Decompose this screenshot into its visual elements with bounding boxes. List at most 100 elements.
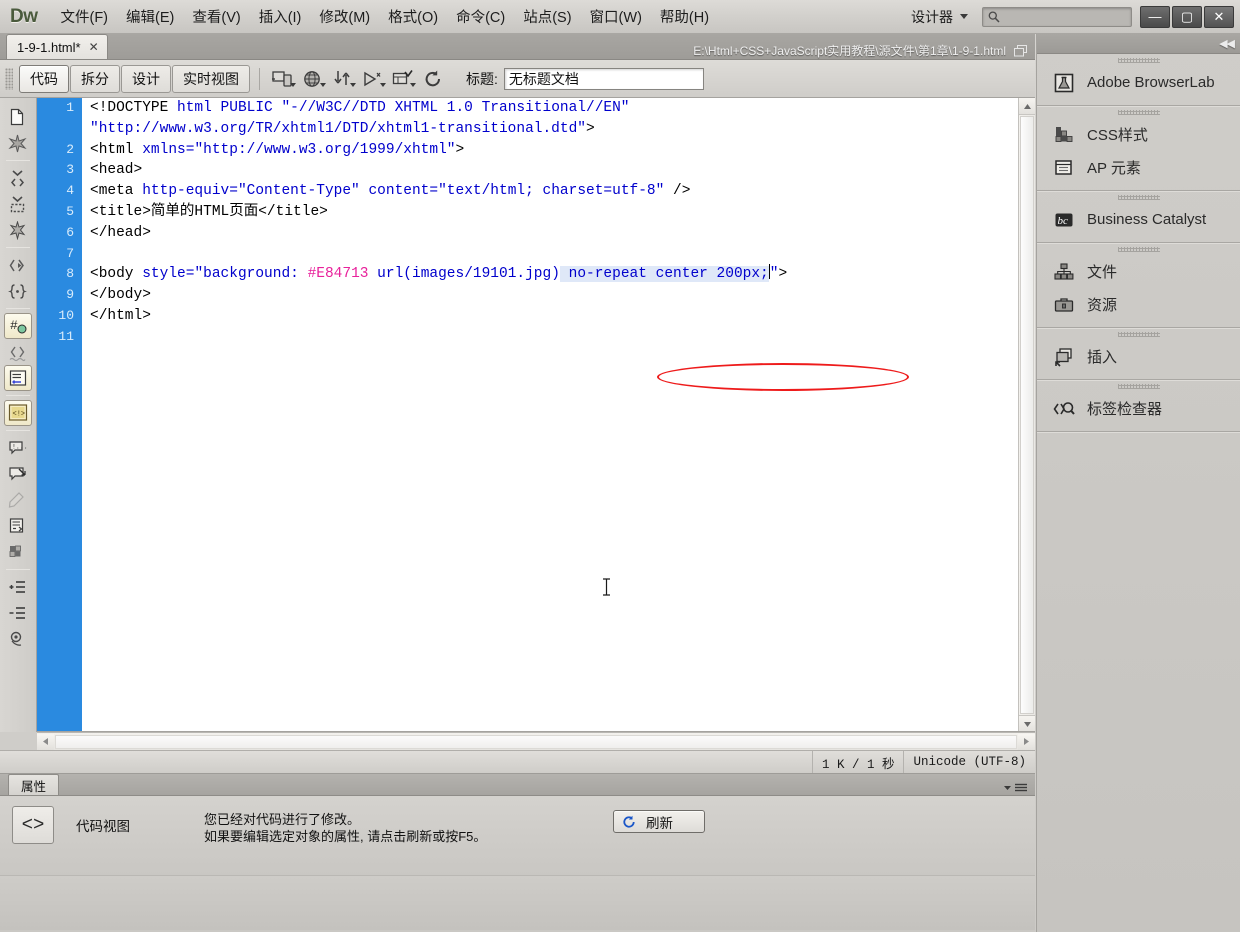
live-code-options-icon[interactable] — [0, 626, 35, 652]
menu-view[interactable]: 查看(V) — [183, 2, 249, 31]
document-tab-label: 1-9-1.html* — [17, 39, 81, 55]
view-code[interactable]: 代码 — [19, 64, 69, 93]
multiscreen-preview-button[interactable] — [268, 66, 298, 92]
chevron-down-icon — [290, 82, 296, 87]
scroll-left-button[interactable] — [37, 733, 54, 750]
restore-window-icon[interactable] — [1014, 44, 1027, 57]
tab-properties[interactable]: 属性 — [8, 774, 60, 795]
outdent-code-icon[interactable] — [0, 600, 35, 626]
expand-all-icon[interactable] — [0, 217, 35, 243]
menu-site[interactable]: 站点(S) — [514, 2, 580, 31]
dock-group-grip[interactable] — [1037, 106, 1240, 118]
panel-options-menu-icon[interactable] — [1003, 783, 1027, 792]
line-numbers-icon[interactable]: # — [4, 313, 32, 339]
scroll-right-button[interactable] — [1018, 733, 1035, 750]
indent-code-icon[interactable] — [0, 574, 35, 600]
search-input[interactable] — [982, 6, 1132, 27]
dock-item-business-catalyst[interactable]: bc Business Catalyst — [1037, 203, 1240, 236]
toolbar-grip[interactable] — [5, 67, 13, 90]
properties-message: 您已经对代码进行了修改。 如果要编辑选定对象的属性, 请点击刷新或按F5。 — [204, 806, 486, 845]
assets-icon — [1053, 294, 1075, 316]
code-navigator-button[interactable] — [358, 66, 388, 92]
refresh-design-view-button[interactable] — [418, 66, 448, 92]
menu-help[interactable]: 帮助(H) — [651, 2, 718, 31]
dock-item-browserlab[interactable]: Adobe BrowserLab — [1037, 66, 1240, 99]
line-number: 11 — [58, 328, 74, 344]
open-documents-icon[interactable] — [0, 104, 35, 130]
format-source-code-icon[interactable] — [0, 513, 35, 539]
menu-format[interactable]: 格式(O) — [379, 2, 447, 31]
recent-snippets-icon[interactable] — [0, 461, 35, 487]
dock-group-grip[interactable] — [1037, 191, 1240, 203]
dock-item-tag-inspector[interactable]: 标签检查器 — [1037, 392, 1240, 425]
dock-group-grip[interactable] — [1037, 54, 1240, 66]
menu-edit[interactable]: 编辑(E) — [117, 2, 183, 31]
dock-group-grip[interactable] — [1037, 380, 1240, 392]
dock-item-css-styles[interactable]: CSS样式 — [1037, 118, 1240, 151]
scroll-up-button[interactable] — [1019, 98, 1035, 115]
apply-comment-icon[interactable] — [4, 365, 32, 391]
dock-item-files[interactable]: 文件 — [1037, 255, 1240, 288]
line-number: 5 — [66, 203, 74, 219]
workspace-switcher[interactable]: 设计器 — [901, 4, 974, 30]
properties-panel: 属性 <> 代码视图 您已经对代码进行了修改。 如果要编辑选定对象的属性, 请点… — [0, 774, 1035, 932]
line-number: 9 — [66, 287, 74, 303]
status-encoding[interactable]: Unicode (UTF-8) — [903, 751, 1035, 773]
dock-item-assets[interactable]: 资源 — [1037, 288, 1240, 321]
wrap-tag-icon[interactable]: !... — [0, 435, 35, 461]
dock-item-label: 标签检查器 — [1087, 401, 1163, 418]
preview-in-browser-button[interactable] — [298, 66, 328, 92]
highlight-invalid-code-icon[interactable] — [0, 339, 35, 365]
visual-aids-button[interactable] — [388, 66, 418, 92]
close-button[interactable]: ✕ — [1204, 5, 1234, 28]
svg-text:<!>: <!> — [13, 411, 26, 419]
collapse-panels-icon[interactable]: ◀◀ — [1219, 37, 1235, 50]
refresh-icon — [623, 815, 635, 828]
dock-group-grip[interactable] — [1037, 243, 1240, 255]
css-layout-icon[interactable] — [0, 539, 35, 565]
menu-insert[interactable]: 插入(I) — [250, 2, 311, 31]
collapse-full-tag-icon[interactable] — [0, 130, 35, 156]
svg-text:!...: !... — [12, 444, 28, 451]
select-parent-tag-icon[interactable] — [0, 252, 35, 278]
balance-braces-icon[interactable] — [0, 278, 35, 304]
collapse-selection-icon[interactable] — [0, 191, 35, 217]
document-tab-strip: 1-9-1.html* ✕ E:\Html+CSS+JavaScript实用教程… — [0, 34, 1035, 60]
scroll-down-button[interactable] — [1019, 715, 1035, 731]
svg-text:bc: bc — [1058, 215, 1069, 227]
divider — [6, 430, 30, 431]
divider — [6, 247, 30, 248]
document-title-input[interactable]: 无标题文档 — [503, 67, 704, 90]
editor-horizontal-scrollbar[interactable] — [37, 732, 1035, 750]
menu-commands[interactable]: 命令(C) — [447, 2, 514, 31]
collapse-full-tag-2-icon[interactable] — [0, 165, 35, 191]
document-tab[interactable]: 1-9-1.html* ✕ — [6, 34, 108, 59]
remove-comment-icon[interactable]: <!> — [4, 400, 32, 426]
properties-view-label: 代码视图 — [76, 819, 130, 834]
code-view-icon[interactable]: <> — [12, 806, 54, 844]
dock-item-insert[interactable]: 插入 — [1037, 340, 1240, 373]
close-icon[interactable]: ✕ — [89, 40, 99, 54]
menu-file[interactable]: 文件(F) — [52, 2, 118, 31]
dock-group-grip[interactable] — [1037, 328, 1240, 340]
editor-vertical-scrollbar[interactable] — [1018, 98, 1035, 731]
view-split[interactable]: 拆分 — [70, 64, 120, 93]
menu-bar: Dw 文件(F) 编辑(E) 查看(V) 插入(I) 修改(M) 格式(O) 命令(C) 站点… — [0, 0, 1240, 34]
code-text[interactable]: <!DOCTYPE html PUBLIC "-//W3C//DTD XHTML… — [82, 98, 1035, 731]
minimize-button[interactable]: — — [1140, 5, 1170, 28]
move-to-external-css-icon[interactable] — [0, 487, 35, 513]
scroll-track[interactable] — [55, 734, 1017, 749]
code-editor[interactable]: 1 2 3 4 5 6 7 8 9 10 11 <!DOCTYPE html PUBLIC "-//… — [37, 98, 1035, 732]
file-management-button[interactable] — [328, 66, 358, 92]
dock-item-ap-elements[interactable]: AP 元素 — [1037, 151, 1240, 184]
menu-window[interactable]: 窗口(W) — [581, 2, 651, 31]
dock-group: 文件 资源 — [1037, 243, 1240, 328]
menu-modify[interactable]: 修改(M) — [310, 2, 379, 31]
refresh-button[interactable]: 刷新 — [613, 810, 705, 833]
line-number: 2 — [66, 141, 74, 157]
view-design[interactable]: 设计 — [121, 64, 171, 93]
view-live[interactable]: 实时视图 — [172, 64, 250, 93]
divider — [6, 395, 30, 396]
maximize-button[interactable]: ▢ — [1172, 5, 1202, 28]
scroll-thumb[interactable] — [1020, 116, 1034, 714]
